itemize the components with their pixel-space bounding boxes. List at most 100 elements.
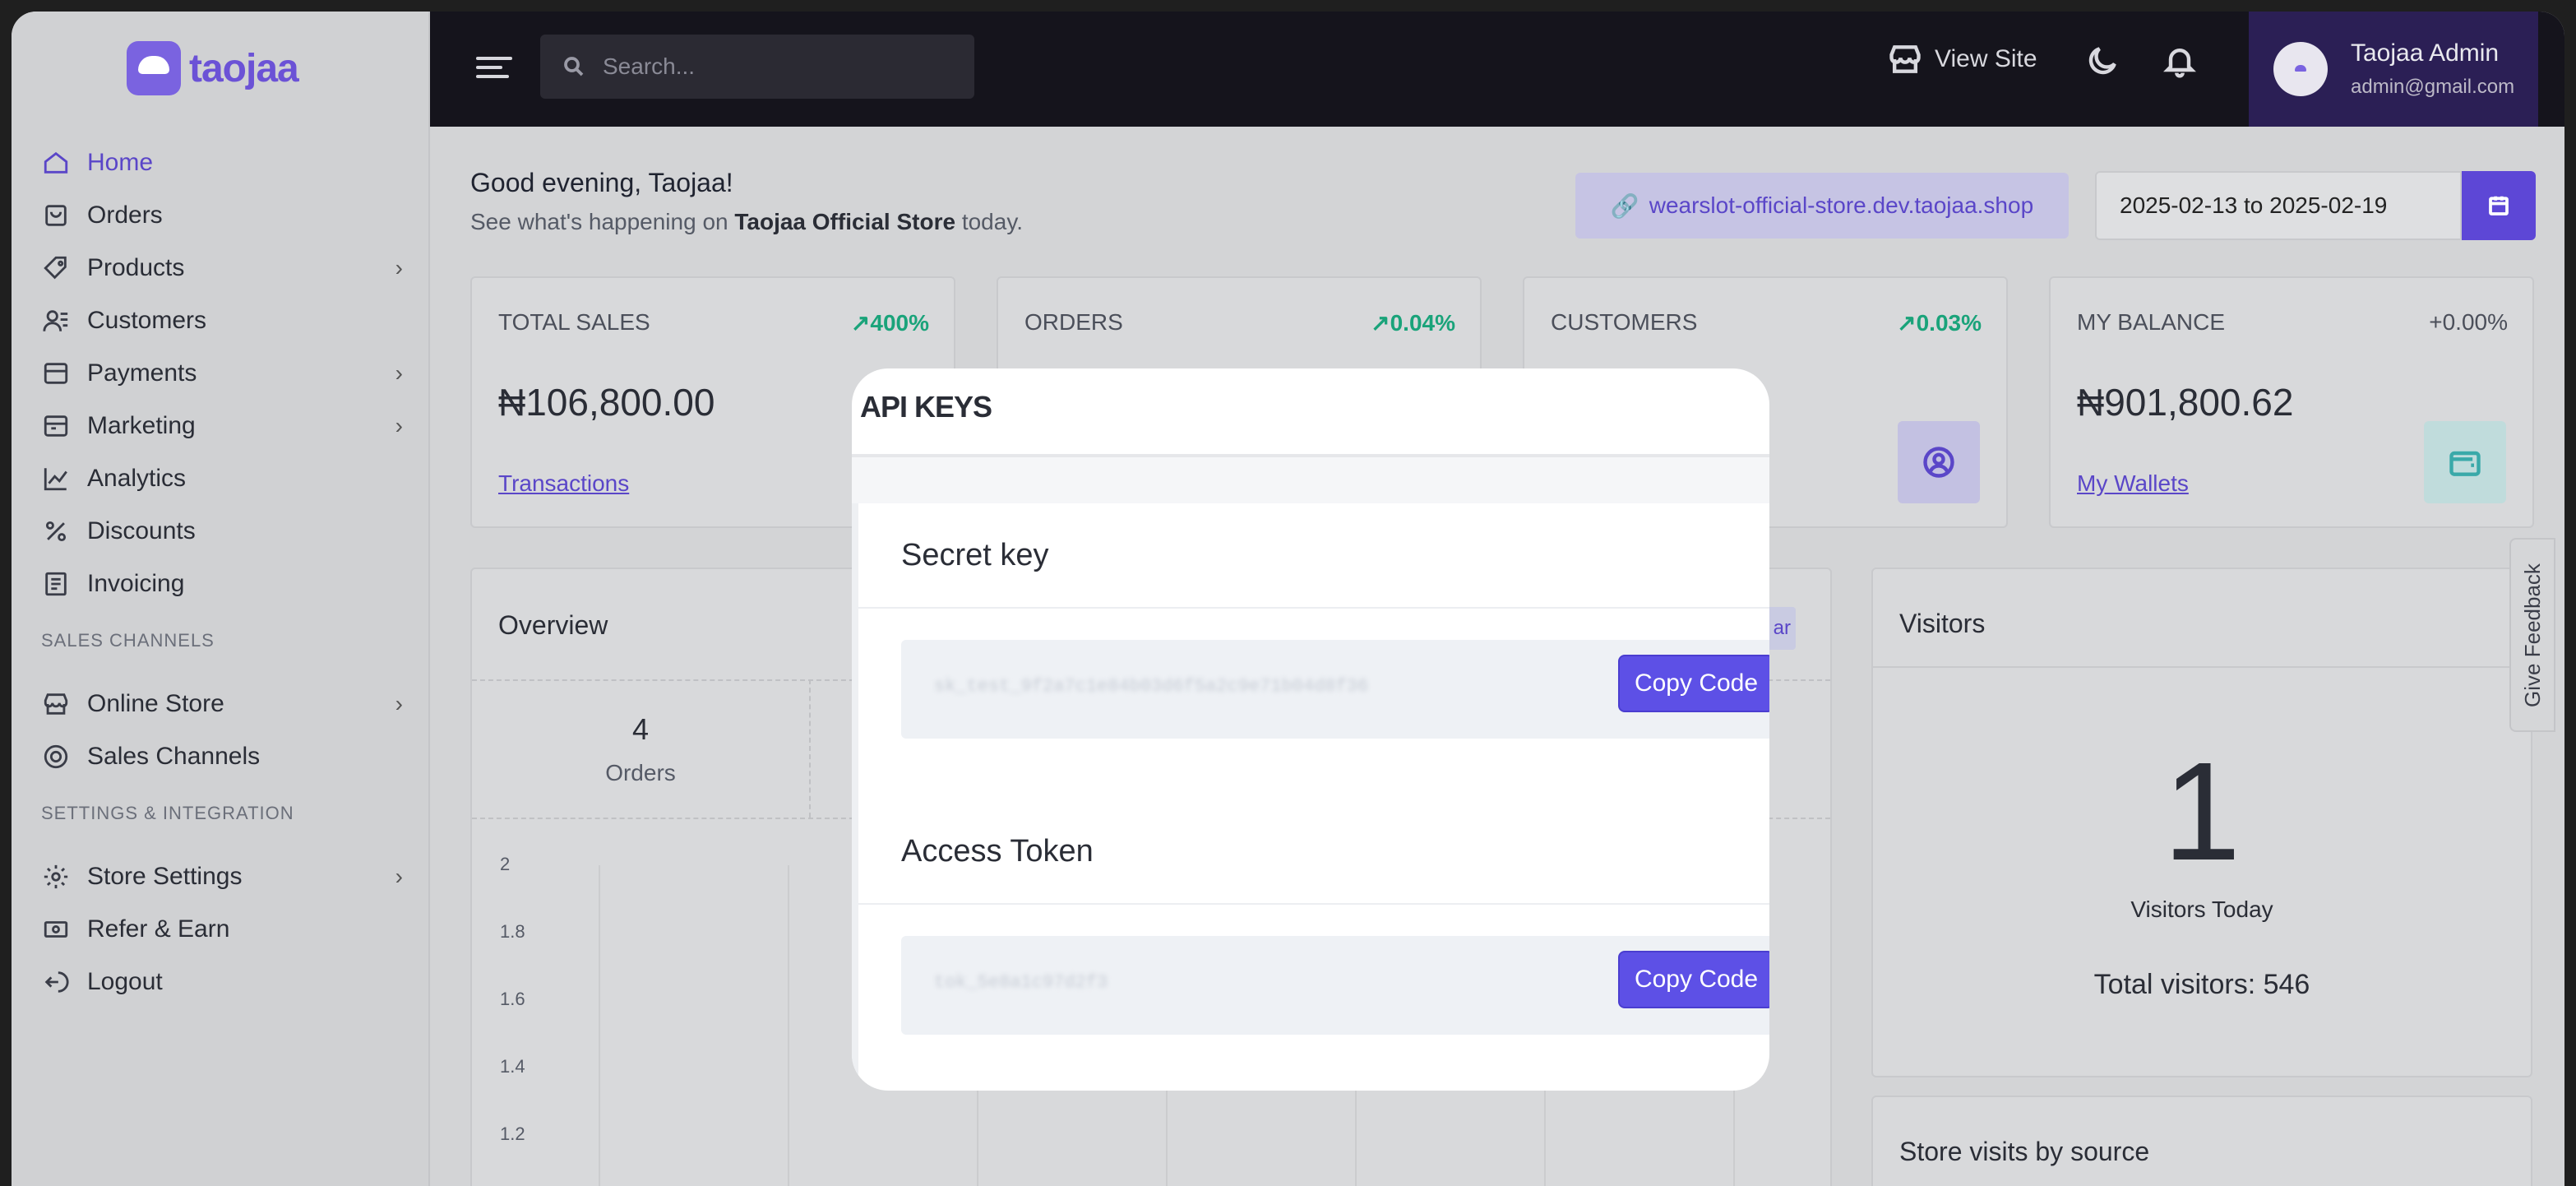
sidebar-item-store-settings[interactable]: Store Settings ›: [41, 854, 411, 900]
bag-icon: [41, 201, 71, 230]
top-bar: Search... View Site Taojaa Admin admin@g…: [430, 12, 2564, 127]
store-url: wearslot-official-store.dev.taojaa.shop: [1649, 192, 2034, 218]
sidebar-item-label: Invoicing: [87, 570, 185, 597]
gear-icon: [41, 862, 71, 892]
store-visits-panel: Store visits by source: [1871, 1096, 2532, 1186]
sidebar-item-payments[interactable]: Payments ›: [41, 350, 411, 396]
date-range-input[interactable]: 2025-02-13 to 2025-02-19: [2095, 171, 2462, 240]
stat-value: 4: [631, 712, 650, 746]
sidebar-item-marketing[interactable]: Marketing ›: [41, 403, 411, 449]
access-token-heading: Access Token: [901, 834, 1094, 869]
wallet-icon-box: [2424, 421, 2506, 503]
notifications-button[interactable]: [2162, 43, 2198, 83]
menu-toggle-icon[interactable]: [476, 51, 512, 87]
sidebar-item-label: Customers: [87, 307, 207, 334]
store-name: Taojaa Official Store: [734, 209, 956, 234]
wallets-link[interactable]: My Wallets: [2077, 470, 2189, 497]
subtitle-suffix: today.: [961, 209, 1024, 234]
copy-secret-key-button[interactable]: Copy Code: [1620, 656, 1769, 711]
app-window: taojaa Home Orders Products › Customers …: [12, 12, 2564, 1186]
api-keys-modal: API KEYS Secret key sk_test_9f2a7c1e84b0…: [852, 368, 1769, 1091]
card-value: ₦106,800.00: [498, 381, 715, 424]
overview-title: Overview: [498, 610, 608, 640]
channels-icon: [41, 742, 71, 771]
sidebar-item-refer-earn[interactable]: Refer & Earn: [41, 906, 411, 952]
sidebar-item-analytics[interactable]: Analytics: [41, 456, 411, 502]
access-token-value: tok_5e8a1c97d2f3: [934, 972, 1108, 993]
feedback-tab[interactable]: Give Feedback: [2509, 538, 2555, 732]
invoice-icon: [41, 569, 71, 599]
chevron-right-icon: ›: [395, 413, 403, 438]
sidebar-item-customers[interactable]: Customers: [41, 298, 411, 344]
card-icon: [41, 359, 71, 388]
sidebar-item-products[interactable]: Products ›: [41, 245, 411, 291]
wallet-icon: [2449, 451, 2481, 476]
store-icon: [41, 689, 71, 719]
store-icon: [1889, 45, 1921, 73]
user-menu[interactable]: Taojaa Admin admin@gmail.com: [2249, 12, 2538, 127]
store-url-link[interactable]: 🔗 wearslot-official-store.dev.taojaa.sho…: [1575, 173, 2069, 239]
transactions-link[interactable]: Transactions: [498, 470, 629, 497]
home-icon: [41, 148, 71, 178]
sidebar-item-logout[interactable]: Logout: [41, 959, 411, 1005]
search-placeholder: Search...: [603, 53, 696, 79]
tag-icon: [41, 253, 71, 283]
card-change: ↗400%: [850, 310, 929, 336]
user-email: admin@gmail.com: [2351, 76, 2515, 98]
sidebar-item-sales-channels[interactable]: Sales Channels: [41, 734, 411, 780]
y-tick: 1.2: [500, 1123, 525, 1144]
calendar-icon: [2489, 196, 2509, 215]
greeting-subtitle: See what's happening on Taojaa Official …: [470, 209, 1023, 235]
section-heading-sales-channels: SALES CHANNELS: [41, 630, 215, 651]
calendar-button[interactable]: [2462, 171, 2536, 240]
brand-name: taojaa: [189, 46, 299, 90]
sidebar-item-home[interactable]: Home: [41, 140, 411, 186]
chevron-right-icon: ›: [395, 360, 403, 386]
users-icon: [41, 306, 71, 336]
secret-key-heading: Secret key: [901, 538, 1049, 572]
y-tick: 1.4: [500, 1056, 525, 1077]
copy-access-token-button[interactable]: Copy Code: [1620, 952, 1769, 1007]
visitors-title: Visitors: [1899, 609, 1986, 638]
view-site-label: View Site: [1935, 45, 2037, 72]
visitors-panel: Visitors 1 Visitors Today Total visitors…: [1871, 568, 2532, 1077]
view-site-link[interactable]: View Site: [1887, 41, 2037, 77]
visitors-count: 1: [2162, 734, 2241, 890]
card-label: ORDERS: [1024, 309, 1123, 335]
user-circle-icon: [1923, 447, 1954, 478]
sidebar-item-label: Payments: [87, 359, 197, 387]
feedback-label: Give Feedback: [2519, 563, 2545, 707]
sidebar-item-invoicing[interactable]: Invoicing: [41, 561, 411, 607]
cash-icon: [41, 915, 71, 944]
theme-toggle-button[interactable]: [2084, 43, 2120, 83]
y-tick: 1.6: [500, 989, 525, 1009]
modal-title: API KEYS: [860, 390, 992, 424]
balance-card: MY BALANCE +0.00% ₦901,800.62 My Wallets: [2049, 276, 2534, 528]
sidebar-item-label: Analytics: [87, 465, 187, 492]
sidebar-item-label: Discounts: [87, 517, 196, 544]
grid-line: [788, 865, 789, 1186]
sidebar-item-discounts[interactable]: Discounts: [41, 508, 411, 554]
access-token-field: tok_5e8a1c97d2f3 Copy Code: [901, 936, 1769, 1035]
sidebar-item-label: Orders: [87, 202, 163, 229]
chevron-right-icon: ›: [395, 864, 403, 889]
card-value: ₦901,800.62: [2077, 381, 2294, 424]
moon-icon: [2088, 47, 2116, 75]
sidebar-item-online-store[interactable]: Online Store ›: [41, 681, 411, 727]
sidebar-item-label: Logout: [87, 968, 163, 995]
section-heading-settings: SETTINGS & INTEGRATION: [41, 803, 294, 823]
logout-icon: [41, 967, 71, 997]
sidebar-item-orders[interactable]: Orders: [41, 192, 411, 239]
secret-key-value: sk_test_9f2a7c1e84b03d6f5a2c9e71b04d8f36: [934, 676, 1369, 697]
brand-logo[interactable]: taojaa: [127, 41, 299, 95]
chart-icon: [41, 464, 71, 493]
sidebar-item-label: Sales Channels: [87, 743, 261, 770]
card-label: TOTAL SALES: [498, 309, 650, 335]
chevron-right-icon: ›: [395, 691, 403, 716]
search-input[interactable]: Search...: [540, 35, 974, 99]
chevron-right-icon: ›: [395, 255, 403, 280]
sidebar-item-label: Online Store: [87, 690, 224, 717]
visitors-today-label: Visitors Today: [2130, 896, 2273, 922]
stat-label: Orders: [605, 760, 676, 785]
card-change: +0.00%: [2429, 309, 2508, 335]
